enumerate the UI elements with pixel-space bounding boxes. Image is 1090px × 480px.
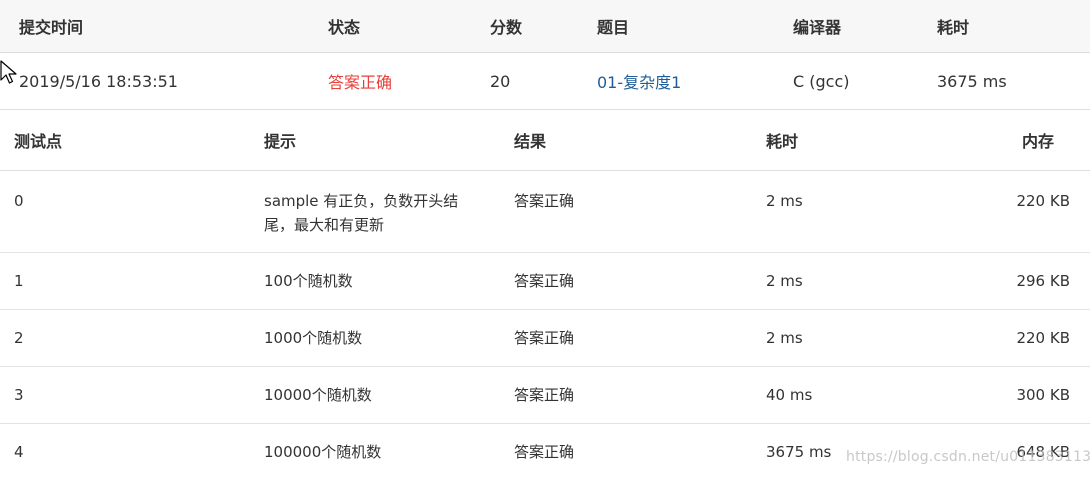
header-duration: 耗时	[937, 18, 970, 37]
testpoint-id: 0	[14, 192, 24, 210]
testpoint-memory: 300 KB	[1016, 386, 1070, 404]
header-time: 耗时	[766, 132, 799, 151]
table-row: 0 sample 有正负，负数开头结尾，最大和有更新 答案正确 2 ms 220…	[0, 171, 1090, 253]
header-hint: 提示	[264, 132, 297, 151]
header-status: 状态	[328, 18, 361, 37]
table-row: 2 1000个随机数 答案正确 2 ms 220 KB	[0, 310, 1090, 367]
testpoint-hint: 100000个随机数	[264, 443, 382, 461]
header-problem: 题目	[597, 18, 630, 37]
mouse-pointer-icon	[0, 60, 17, 84]
problem-link[interactable]: 01-复杂度1	[597, 53, 681, 109]
submission-score: 20	[490, 71, 511, 91]
table-row: 4 100000个随机数 答案正确 3675 ms 648 KB	[0, 424, 1090, 480]
testpoint-result: 答案正确	[514, 443, 575, 461]
testpoint-time: 3675 ms	[766, 443, 832, 461]
submission-header-row: 提交时间 状态 分数 题目 编译器 耗时	[0, 0, 1090, 53]
testpoint-memory: 296 KB	[1016, 272, 1070, 290]
testpoint-time: 2 ms	[766, 329, 803, 347]
submission-time: 2019/5/16 18:53:51	[19, 71, 178, 91]
testpoint-result: 答案正确	[514, 272, 575, 290]
testpoint-memory: 648 KB	[1016, 443, 1070, 461]
submission-status[interactable]: 答案正确	[328, 53, 392, 109]
submission-compiler: C (gcc)	[793, 71, 850, 91]
testpoint-id: 3	[14, 386, 24, 404]
testpoint-id: 4	[14, 443, 24, 461]
header-testpoint: 测试点	[14, 132, 63, 151]
testpoint-result: 答案正确	[514, 192, 575, 210]
testpoint-result: 答案正确	[514, 386, 575, 404]
testpoint-id: 2	[14, 329, 24, 347]
header-submit-time: 提交时间	[19, 18, 84, 37]
testpoint-time: 40 ms	[766, 386, 813, 404]
header-result: 结果	[514, 132, 547, 151]
testpoint-hint: 10000个随机数	[264, 386, 372, 404]
testpoint-time: 2 ms	[766, 192, 803, 210]
testpoint-hint: sample 有正负，负数开头结尾，最大和有更新	[264, 192, 459, 234]
table-row: 3 10000个随机数 答案正确 40 ms 300 KB	[0, 367, 1090, 424]
testpoint-memory: 220 KB	[1016, 329, 1070, 347]
testpoint-hint: 1000个随机数	[264, 329, 363, 347]
header-compiler: 编译器	[793, 18, 842, 37]
testpoint-header-row: 测试点 提示 结果 耗时 内存	[0, 110, 1090, 171]
testpoint-memory: 220 KB	[1016, 192, 1070, 210]
testpoint-id: 1	[14, 272, 24, 290]
testpoint-hint: 100个随机数	[264, 272, 353, 290]
testpoint-time: 2 ms	[766, 272, 803, 290]
table-row: 1 100个随机数 答案正确 2 ms 296 KB	[0, 253, 1090, 310]
header-score: 分数	[490, 18, 523, 37]
header-memory: 内存	[1021, 132, 1054, 151]
submission-row: 2019/5/16 18:53:51 答案正确 20 01-复杂度1 C (gc…	[0, 53, 1090, 110]
submission-duration: 3675 ms	[937, 71, 1007, 91]
testpoint-result: 答案正确	[514, 329, 575, 347]
